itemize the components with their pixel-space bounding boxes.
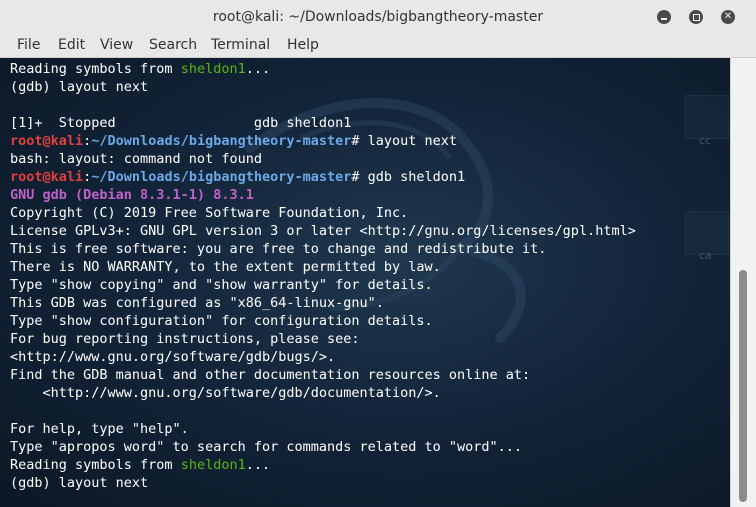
terminal-text: Find the GDB manual and other documentat… [10,367,531,383]
terminal-text: ... [245,457,271,473]
terminal-line: root@kali:~/Downloads/bigbangtheory-mast… [10,132,636,150]
terminal-text: Type "apropos word" to search for comman… [10,439,523,455]
terminal-text: (gdb) layout next [10,79,149,95]
terminal-text: # gdb sheldon1 [351,169,466,185]
terminal-text: <http://www.gnu.org/software/gdb/documen… [10,385,441,401]
terminal-text: ~/Downloads/bigbangtheory-master [91,133,352,149]
desktop-label: ca [699,249,712,262]
terminal-line: root@kali:~/Downloads/bigbangtheory-mast… [10,168,636,186]
menu-edit[interactable]: Edit [58,37,85,53]
terminal-text: Type "show configuration" for configurat… [10,313,433,329]
terminal-line: Type "show copying" and "show warranty" … [10,276,636,294]
terminal-text: Reading symbols from [10,457,181,473]
menu-view[interactable]: View [100,37,133,53]
terminal-line: Find the GDB manual and other documentat… [10,366,636,384]
menu-terminal[interactable]: Terminal [211,37,270,53]
terminal-line: <http://www.gnu.org/software/gdb/documen… [10,384,636,402]
terminal-text: bash: layout: command not found [10,151,262,167]
terminal-text: ~/Downloads/bigbangtheory-master [91,169,352,185]
terminal-text: This GDB was configured as "x86_64-linux… [10,295,384,311]
terminal-text: There is NO WARRANTY, to the extent perm… [10,259,441,275]
menu-search[interactable]: Search [149,37,197,53]
maximize-button[interactable] [689,10,703,24]
terminal-text: Type "show copying" and "show warranty" … [10,277,433,293]
terminal-line: (gdb) layout next [10,78,636,96]
window-title: root@kali: ~/Downloads/bigbangtheory-mas… [212,9,544,25]
terminal-area[interactable]: cc ca Reading symbols from sheldon1... (g… [0,58,730,507]
desktop-folder-icon [685,95,729,139]
terminal-line: GNU gdb (Debian 8.3.1-1) 8.3.1 [10,186,636,204]
terminal-text: For bug reporting instructions, please s… [10,331,360,347]
terminal-text: sheldon1 [180,457,246,473]
terminal-line: Reading symbols from sheldon1... [10,456,636,474]
maximize-icon [692,13,700,21]
terminal-line: (gdb) layout next [10,474,636,492]
scrollbar-thumb[interactable] [739,270,747,502]
terminal-line: This GDB was configured as "x86_64-linux… [10,294,636,312]
terminal-line: Type "show configuration" for configurat… [10,312,636,330]
terminal-text: # layout next [351,133,458,149]
terminal-text: GNU gdb (Debian 8.3.1-1) 8.3.1 [10,187,254,203]
menu-help[interactable]: Help [287,37,319,53]
terminal-text: (gdb) layout next [10,475,149,491]
terminal-text: Copyright (C) 2019 Free Software Foundat… [10,205,409,221]
close-button[interactable]: ✕ [721,10,735,24]
close-icon: ✕ [723,11,733,22]
terminal-line: bash: layout: command not found [10,150,636,168]
terminal-line: [1]+ Stopped gdb sheldon1 [10,114,636,132]
menu-bar: File Edit View Search Terminal Help [0,34,756,58]
terminal-text: root@kali [10,169,84,185]
desktop-label: cc [699,134,712,147]
terminal-text: ... [245,61,271,77]
terminal-line: License GPLv3+: GNU GPL version 3 or lat… [10,222,636,240]
terminal-text: root@kali [10,133,84,149]
terminal-line: Copyright (C) 2019 Free Software Foundat… [10,204,636,222]
terminal-line: Type "apropos word" to search for comman… [10,438,636,456]
terminal-line: This is free software: you are free to c… [10,240,636,258]
terminal-line: <http://www.gnu.org/software/gdb/bugs/>. [10,348,636,366]
terminal-line: For help, type "help". [10,420,636,438]
terminal-text: <http://www.gnu.org/software/gdb/bugs/>. [10,349,336,365]
window-titlebar[interactable]: root@kali: ~/Downloads/bigbangtheory-mas… [0,0,756,35]
menu-file[interactable]: File [17,37,40,53]
terminal-text: [1]+ Stopped gdb sheldon1 [10,115,352,131]
terminal-text: Reading symbols from [10,61,181,77]
terminal-line: Reading symbols from sheldon1... [10,60,636,78]
terminal-line: For bug reporting instructions, please s… [10,330,636,348]
minimize-button[interactable] [657,10,671,24]
terminal-text: This is free software: you are free to c… [10,241,547,257]
minimize-icon [661,18,667,20]
terminal-scrollbar[interactable] [730,58,756,507]
terminal-output: Reading symbols from sheldon1... (gdb) la… [10,60,636,492]
terminal-text: sheldon1 [180,61,246,77]
terminal-text: License GPLv3+: GNU GPL version 3 or lat… [10,223,636,239]
terminal-text: For help, type "help". [10,421,189,437]
terminal-line: There is NO WARRANTY, to the extent perm… [10,258,636,276]
